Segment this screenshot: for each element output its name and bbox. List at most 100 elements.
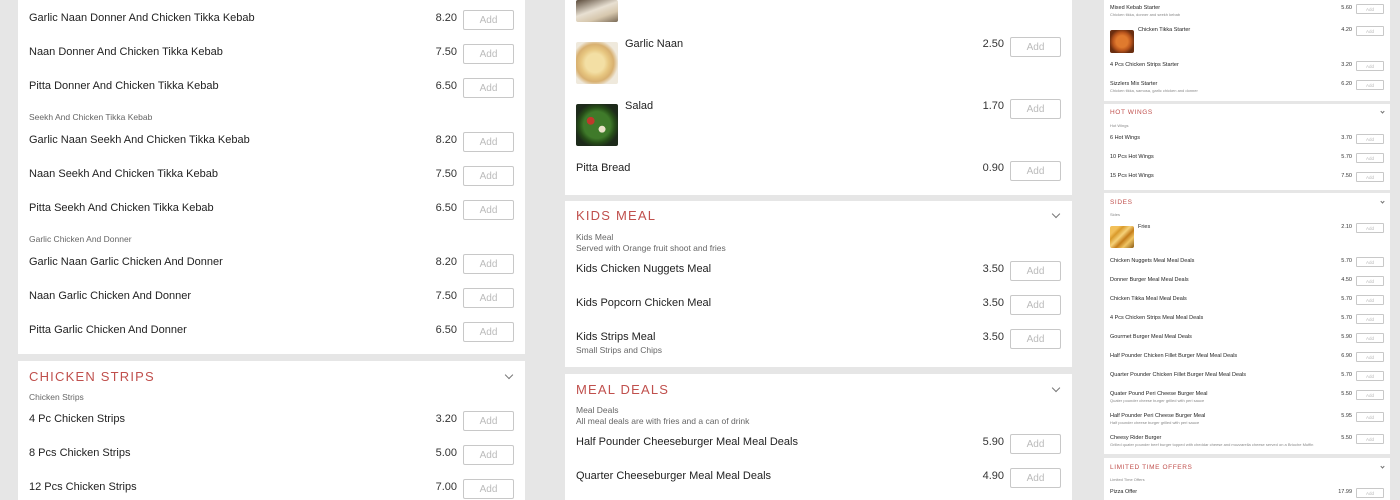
- add-button[interactable]: Add: [463, 10, 514, 30]
- add-button[interactable]: Add: [1356, 412, 1384, 422]
- add-button[interactable]: Add: [463, 166, 514, 186]
- item-price: 5.60: [1341, 5, 1352, 11]
- chevron-down-icon[interactable]: [1380, 199, 1385, 204]
- add-button[interactable]: Add: [1356, 172, 1384, 182]
- item-price: 5.70: [1341, 296, 1352, 302]
- add-button[interactable]: Add: [1356, 295, 1384, 305]
- item-description: Half pounder cheese burger grilled with …: [1110, 420, 1200, 425]
- section-subtitle: Kids Meal: [576, 232, 614, 242]
- add-button[interactable]: Add: [1010, 295, 1061, 315]
- add-button[interactable]: Add: [1356, 153, 1384, 163]
- item-price: 3.20: [435, 413, 457, 425]
- list-item: 8 Pcs Chicken Strips 5.00 Add: [18, 445, 525, 465]
- add-button[interactable]: Add: [1356, 80, 1384, 90]
- item-name: Chicken Nuggets Meal Meal Deals: [1110, 258, 1195, 264]
- add-button[interactable]: Add: [1356, 26, 1384, 36]
- item-name: Quarter Cheeseburger Meal Meal Deals: [576, 470, 772, 482]
- add-button[interactable]: Add: [1010, 468, 1061, 488]
- add-button[interactable]: Add: [1356, 371, 1384, 381]
- group-label: Seekh And Chicken Tikka Kebab: [29, 112, 153, 122]
- item-price: 3.50: [982, 331, 1004, 343]
- add-button[interactable]: Add: [1010, 434, 1061, 454]
- add-button[interactable]: Add: [1356, 333, 1384, 343]
- add-button[interactable]: Add: [1356, 4, 1384, 14]
- item-price: 6.50: [435, 324, 457, 336]
- add-button[interactable]: Add: [463, 411, 514, 431]
- item-price: 5.70: [1341, 154, 1352, 160]
- add-button[interactable]: Add: [1356, 276, 1384, 286]
- add-button[interactable]: Add: [1010, 329, 1061, 349]
- add-button[interactable]: Add: [463, 288, 514, 308]
- item-name: Chicken Tikka Meal Meal Deals: [1110, 296, 1187, 302]
- item-price: 6.50: [435, 80, 457, 92]
- item-name: Chicken Tikka Starter: [1138, 27, 1191, 33]
- chevron-down-icon[interactable]: [1051, 383, 1061, 393]
- add-button[interactable]: Add: [1356, 223, 1384, 233]
- item-price: 0.90: [982, 162, 1004, 174]
- item-price: 4.20: [1341, 27, 1352, 33]
- chevron-down-icon[interactable]: [1380, 109, 1385, 114]
- list-item: 4 Pc Chicken Strips 3.20 Add: [18, 411, 525, 431]
- section-title: Sides: [1110, 199, 1133, 206]
- chevron-down-icon[interactable]: [1380, 464, 1385, 469]
- hot-wings-section: Hot Wings Hot Wings 6 Hot Wings 3.70 Add…: [1104, 104, 1390, 190]
- section-title: Kids Meal: [576, 208, 657, 223]
- section-subtitle: Meal Deals: [576, 405, 619, 415]
- item-description: Chicken tikka, donner and seekh kebab: [1110, 12, 1181, 17]
- group-label: Garlic Chicken And Donner: [29, 234, 132, 244]
- item-name: Garlic Naan: [625, 38, 684, 50]
- add-button[interactable]: Add: [1010, 99, 1061, 119]
- item-price: 5.50: [1341, 435, 1352, 441]
- section-subtitle: Limited Time Offers: [1110, 477, 1145, 482]
- add-button[interactable]: Add: [463, 44, 514, 64]
- add-button[interactable]: Add: [1356, 390, 1384, 400]
- add-button[interactable]: Add: [463, 132, 514, 152]
- add-button[interactable]: Add: [1010, 261, 1061, 281]
- kids-meal-section: Kids Meal Kids Meal Served with Orange f…: [565, 201, 1072, 367]
- item-name: 4 Pc Chicken Strips: [29, 413, 125, 425]
- item-name: Pitta Garlic Chicken And Donner: [29, 324, 187, 336]
- item-name: Pizza Offer: [1110, 489, 1138, 495]
- add-button[interactable]: Add: [463, 78, 514, 98]
- add-button[interactable]: Add: [463, 322, 514, 342]
- item-name: Pitta Bread: [576, 162, 631, 174]
- add-button[interactable]: Add: [463, 445, 514, 465]
- item-name: Half Pounder Cheeseburger Meal Meal Deal…: [576, 436, 798, 448]
- add-button[interactable]: Add: [463, 254, 514, 274]
- item-name: Cheesy Rider Burger: [1110, 435, 1162, 441]
- fries-image: [1110, 226, 1134, 248]
- item-price: 6.20: [1341, 81, 1352, 87]
- item-name: Half Pounder Chicken Fillet Burger Meal …: [1110, 353, 1238, 359]
- chevron-down-icon[interactable]: [504, 370, 514, 380]
- add-button[interactable]: Add: [1356, 352, 1384, 362]
- add-button[interactable]: Add: [1356, 257, 1384, 267]
- add-button[interactable]: Add: [1356, 434, 1384, 444]
- item-description: Grilled quater pounder beef burger toppe…: [1110, 442, 1314, 447]
- list-item: Naan Donner And Chicken Tikka Kebab 7.50…: [18, 44, 525, 64]
- chicken-strips-section: Chicken Strips Chicken Strips 4 Pc Chick…: [18, 361, 525, 500]
- item-name: Donner Burger Meal Meal Deals: [1110, 277, 1189, 283]
- item-name: 8 Pcs Chicken Strips: [29, 447, 131, 459]
- add-button[interactable]: Add: [463, 200, 514, 220]
- item-price: 4.50: [1341, 277, 1352, 283]
- item-price: 5.70: [1341, 315, 1352, 321]
- add-button[interactable]: Add: [1356, 488, 1384, 498]
- item-name: 10 Pcs Hot Wings: [1110, 154, 1154, 160]
- add-button[interactable]: Add: [1010, 161, 1061, 181]
- list-item: Naan Garlic Chicken And Donner 7.50 Add: [18, 288, 525, 308]
- add-button[interactable]: Add: [1010, 37, 1061, 57]
- section-description: Served with Orange fruit shoot and fries: [576, 243, 726, 253]
- add-button[interactable]: Add: [463, 479, 514, 499]
- kebab-card: Garlic Naan Donner And Chicken Tikka Keb…: [18, 0, 525, 354]
- item-price: 2.50: [982, 38, 1004, 50]
- add-button[interactable]: Add: [1356, 314, 1384, 324]
- chevron-down-icon[interactable]: [1051, 209, 1061, 219]
- limited-offers-section: Limited Time Offers Limited Time Offers …: [1104, 458, 1390, 500]
- menu-column-1: Garlic Naan Donner And Chicken Tikka Keb…: [18, 0, 525, 500]
- sides-section: Sides Sides Fries 2.10 Add Chicken Nugge…: [1104, 193, 1390, 454]
- section-title: Meal Deals: [576, 382, 670, 397]
- list-item: Garlic Naan Donner And Chicken Tikka Keb…: [18, 10, 525, 30]
- add-button[interactable]: Add: [1356, 134, 1384, 144]
- item-name: Quarter Pounder Chicken Fillet Burger Me…: [1110, 372, 1247, 378]
- add-button[interactable]: Add: [1356, 61, 1384, 71]
